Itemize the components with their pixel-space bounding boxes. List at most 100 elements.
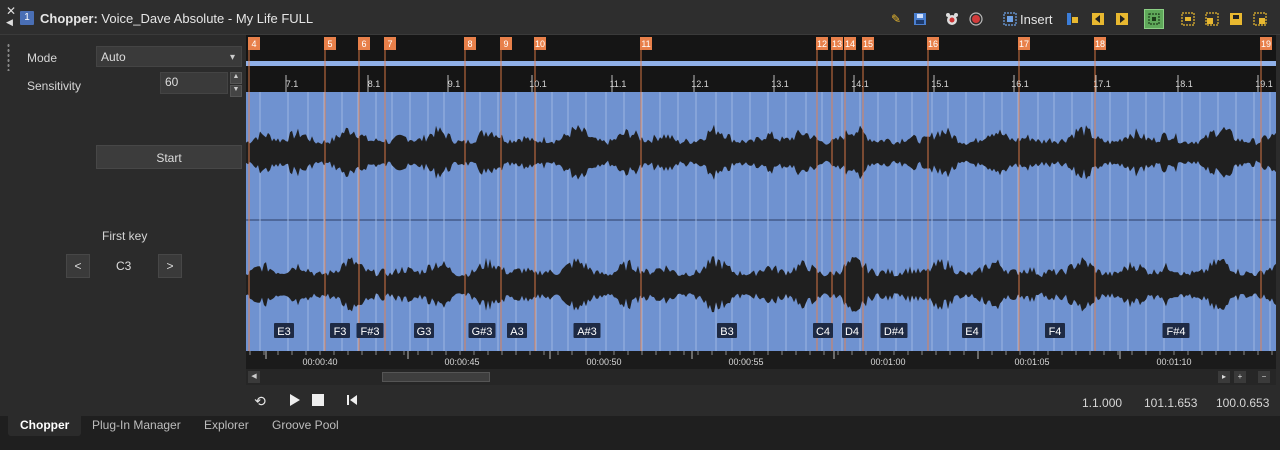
slice-key-label[interactable]: F4 <box>1045 323 1065 338</box>
collapse-arrow-icon[interactable]: ◀ <box>6 18 13 27</box>
slice-key-label[interactable]: A#3 <box>573 323 601 338</box>
prev-key-button[interactable]: < <box>66 254 90 278</box>
sensitivity-stepper[interactable]: ▲ ▼ <box>230 72 242 97</box>
slice-key-label[interactable]: C4 <box>813 323 833 338</box>
marker-flag[interactable]: 5 <box>324 37 336 50</box>
slice-key-label[interactable]: E4 <box>962 323 982 338</box>
slice-key-label[interactable]: A3 <box>507 323 527 338</box>
start-button[interactable]: Start <box>96 145 242 169</box>
slice-key-text: B3 <box>720 326 733 338</box>
marker-label[interactable]: 10 <box>535 39 545 49</box>
play-icon[interactable] <box>286 393 302 409</box>
marker-flag[interactable]: 7 <box>384 37 396 50</box>
scroll-thumb[interactable] <box>382 372 490 382</box>
slice-left-icon[interactable] <box>1204 12 1220 26</box>
marker-label[interactable]: 9 <box>503 39 508 49</box>
insert-label[interactable]: Insert <box>1020 12 1053 27</box>
position-display-1: 1.1.000 <box>1082 396 1123 410</box>
save-icon[interactable] <box>912 12 928 26</box>
position-display-3: 100.0.653 <box>1216 396 1270 410</box>
marker-flag[interactable]: 6 <box>358 37 370 50</box>
marker-flag[interactable]: 11 <box>640 37 652 50</box>
add-marker-icon[interactable] <box>1064 12 1080 26</box>
marker-flag[interactable]: 8 <box>464 37 476 50</box>
selection-bar <box>246 61 1276 66</box>
horizontal-scrollbar[interactable]: ◀ ▸ + − <box>246 369 1276 385</box>
jump-right-icon[interactable] <box>1114 12 1130 26</box>
time-ruler[interactable]: 00:00:40 00:00:45 00:00:50 00:00:55 00:01:00… <box>246 351 1276 369</box>
marker-label[interactable]: 15 <box>863 39 873 49</box>
slice-key-text: F#4 <box>1167 326 1186 338</box>
scroll-right-icon[interactable]: ▸ <box>1218 371 1230 383</box>
slice-icon[interactable] <box>1180 12 1196 26</box>
marker-flag[interactable]: 12 <box>816 37 828 50</box>
bar-number: 15.1 <box>931 79 949 89</box>
snap-icon[interactable] <box>1144 9 1164 29</box>
mode-select[interactable]: Auto ▾ <box>96 46 242 67</box>
waveform-display[interactable]: 4 5 6 7 8 9 10 11 12 13 14 15 16 17 18 19 7.1 8.1 9.1 10.1 1… <box>246 35 1276 351</box>
slice-key-label[interactable]: B3 <box>717 323 737 338</box>
record-icon[interactable] <box>968 12 984 26</box>
marker-label[interactable]: 4 <box>251 39 256 49</box>
stepper-up-icon[interactable]: ▲ <box>230 72 242 84</box>
slice-key-label[interactable]: G3 <box>414 323 434 338</box>
marker-flag[interactable]: 16 <box>927 37 939 50</box>
marker-label[interactable]: 17 <box>1019 39 1029 49</box>
marker-label[interactable]: 19 <box>1261 39 1271 49</box>
sensitivity-label: Sensitivity <box>27 79 82 93</box>
stop-icon[interactable] <box>310 393 326 409</box>
marker-label[interactable]: 16 <box>928 39 938 49</box>
marker-label[interactable]: 11 <box>641 39 650 49</box>
slice-key-text: G3 <box>417 326 432 338</box>
marker-label[interactable]: 14 <box>845 39 855 49</box>
slice-key-label[interactable]: D#4 <box>880 323 908 338</box>
chopper-editor[interactable]: 4 5 6 7 8 9 10 11 12 13 14 15 16 17 18 19 7.1 8.1 9.1 10.1 1… <box>246 35 1276 351</box>
marker-flag[interactable]: 17 <box>1018 37 1030 50</box>
bar-number: 18.1 <box>1175 79 1193 89</box>
slice-key-label[interactable]: F#4 <box>1162 323 1190 338</box>
panel-grip-icon[interactable] <box>7 43 10 71</box>
tab-groove-pool[interactable]: Groove Pool <box>260 416 351 436</box>
marker-lane[interactable] <box>246 35 1276 61</box>
insert-icon[interactable] <box>1002 12 1018 26</box>
marker-flag[interactable]: 10 <box>534 37 546 50</box>
marker-flag[interactable]: 18 <box>1094 37 1106 50</box>
marker-flag[interactable]: 14 <box>844 37 856 50</box>
zoom-in-icon[interactable]: + <box>1234 371 1246 383</box>
marker-flag[interactable]: 15 <box>862 37 874 50</box>
stepper-down-icon[interactable]: ▼ <box>230 85 242 97</box>
go-to-start-icon[interactable] <box>344 393 360 409</box>
marker-label[interactable]: 13 <box>832 39 842 49</box>
slice-key-label[interactable]: E3 <box>274 323 294 338</box>
sensitivity-input[interactable]: 60 <box>160 72 228 94</box>
slice-key-label[interactable]: F#3 <box>356 323 384 338</box>
scroll-left-icon[interactable]: ◀ <box>248 371 260 383</box>
marker-label[interactable]: 12 <box>817 39 827 49</box>
slice-key-label[interactable]: F3 <box>330 323 350 338</box>
zoom-out-icon[interactable]: − <box>1258 371 1270 383</box>
marker-flag[interactable]: 9 <box>500 37 512 50</box>
marker-label[interactable]: 5 <box>327 39 332 49</box>
loop-icon[interactable]: ⟲ <box>252 393 268 409</box>
marker-label[interactable]: 18 <box>1095 39 1105 49</box>
marker-flag[interactable]: 4 <box>248 37 260 50</box>
bar-ruler[interactable] <box>246 66 1276 92</box>
marker-label[interactable]: 7 <box>387 39 392 49</box>
slice-key-text: A#3 <box>577 326 597 338</box>
slice-key-label[interactable]: G#3 <box>468 323 496 338</box>
marker-label[interactable]: 6 <box>361 39 366 49</box>
tab-chopper[interactable]: Chopper <box>8 416 82 436</box>
tab-plugin-manager[interactable]: Plug-In Manager <box>80 416 193 436</box>
marker-flag[interactable]: 19 <box>1260 37 1272 50</box>
slice-both-icon[interactable] <box>1252 12 1268 26</box>
close-icon[interactable]: ✕ <box>6 5 16 17</box>
record-setup-icon[interactable] <box>944 12 960 26</box>
marker-label[interactable]: 8 <box>467 39 472 49</box>
slice-key-label[interactable]: D4 <box>842 323 862 338</box>
tab-explorer[interactable]: Explorer <box>192 416 261 436</box>
marker-flag[interactable]: 13 <box>831 37 843 50</box>
next-key-button[interactable]: > <box>158 254 182 278</box>
pencil-icon[interactable]: ✎ <box>888 12 904 26</box>
jump-left-icon[interactable] <box>1090 12 1106 26</box>
slice-right-icon[interactable] <box>1228 12 1244 26</box>
